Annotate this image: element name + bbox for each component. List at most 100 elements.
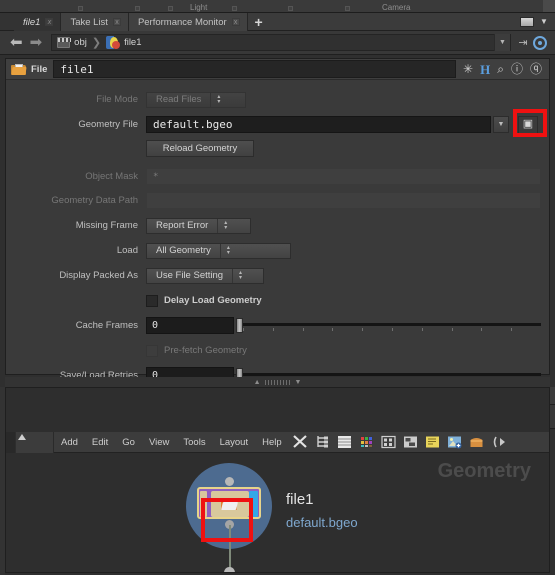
row-missing-frame: Missing Frame Report Error ▴ ▾: [6, 215, 549, 236]
menu-edit[interactable]: Edit: [85, 437, 115, 448]
node-input-connector[interactable]: [225, 477, 234, 486]
missing-frame-dropdown[interactable]: Report Error ▴ ▾: [146, 217, 251, 234]
spinner-arrows-icon: ▴ ▾: [210, 92, 226, 107]
cache-frames-input[interactable]: 0: [146, 317, 234, 334]
param-label-cache-frames: Cache Frames: [75, 320, 138, 331]
file-mode-dropdown[interactable]: Read Files ▴ ▾: [146, 91, 246, 108]
network-editor-pane: Add Edit Go View Tools Layout Help Geome…: [5, 387, 550, 573]
sticky-note-icon[interactable]: [425, 435, 440, 449]
tab-file1[interactable]: file1 x: [14, 13, 62, 31]
path-segment-file1[interactable]: file1: [124, 37, 141, 48]
parameter-body: File Mode Read Files ▴ ▾ Geometry File de…: [6, 80, 549, 384]
node-body[interactable]: [197, 487, 261, 519]
tabbar-spacer: [269, 13, 520, 30]
reload-geometry-button[interactable]: Reload Geometry: [146, 140, 254, 157]
row-geometry-data-path: Geometry Data Path: [6, 190, 549, 211]
tab-close-icon[interactable]: x: [112, 18, 121, 26]
list-layers-icon[interactable]: [337, 435, 352, 449]
forward-arrow-icon[interactable]: ➡: [30, 35, 43, 50]
color-palette-icon[interactable]: [359, 435, 374, 449]
row-pre-fetch-geometry: Pre-fetch Geometry: [6, 340, 549, 361]
pane-menu-arrow-icon[interactable]: ▼: [537, 17, 551, 26]
path-input-field[interactable]: obj ❯ file1 ▼: [51, 34, 511, 51]
parameter-path-bar: ⬅ ➡ obj ❯ file1 ▼ ⇥: [0, 31, 555, 55]
target-icon[interactable]: [533, 35, 547, 50]
add-image-icon[interactable]: [447, 435, 462, 449]
missing-frame-value: Report Error: [156, 220, 209, 231]
node-output-wire: [229, 525, 231, 572]
pane-splitter[interactable]: ▲ ▼: [5, 377, 550, 387]
path-segment-obj[interactable]: obj: [74, 37, 87, 48]
splitter-down-arrow-icon[interactable]: ▼: [295, 379, 302, 386]
parameter-pane-tabbar: file1 x Take List x Performance Monitor …: [0, 13, 555, 31]
path-separator-icon: ❯: [91, 37, 102, 49]
add-tab-button[interactable]: +: [247, 13, 270, 30]
slider-handle[interactable]: [236, 318, 243, 333]
package-icon[interactable]: [469, 435, 484, 449]
display-packed-as-value: Use File Setting: [156, 270, 224, 281]
slider-ticks: [243, 328, 541, 332]
spinner-arrows-icon: ▴ ▾: [232, 268, 248, 283]
houdini-h-icon[interactable]: H: [480, 63, 490, 76]
menu-help[interactable]: Help: [255, 437, 289, 448]
info-icon[interactable]: ⓘ: [511, 63, 523, 75]
row-object-mask: Object Mask *: [6, 166, 549, 187]
param-label-display-packed-as: Display Packed As: [59, 270, 138, 281]
maximize-pane-icon[interactable]: [520, 17, 534, 27]
param-label-missing-frame: Missing Frame: [75, 220, 138, 231]
splitter-up-arrow-icon[interactable]: ▲: [254, 379, 261, 386]
cache-frames-slider[interactable]: [234, 317, 541, 334]
tab-close-icon[interactable]: x: [231, 18, 240, 26]
toolbar-overflow-icon[interactable]: [491, 435, 507, 449]
geometry-node-icon: [106, 36, 121, 49]
parameter-header: File file1 ✳ H ⌕ ⓘ ⓠ: [6, 59, 549, 80]
delay-load-geometry-checkbox[interactable]: [146, 294, 158, 307]
tab-close-icon[interactable]: x: [45, 18, 54, 26]
tabbar-lead: [0, 13, 14, 30]
geometry-file-dropdown-icon[interactable]: ▼: [493, 116, 509, 133]
row-cache-frames: Cache Frames 0: [6, 315, 549, 336]
hierarchy-icon[interactable]: [315, 435, 330, 449]
grid-snap-icon[interactable]: [381, 435, 396, 449]
file-chooser-button[interactable]: ▣: [518, 115, 538, 134]
gear-icon[interactable]: ✳: [463, 63, 473, 75]
tab-label: Take List: [70, 16, 108, 28]
menu-view[interactable]: View: [142, 437, 176, 448]
path-segment-label: file1: [124, 37, 142, 48]
menu-go[interactable]: Go: [115, 437, 142, 448]
display-packed-as-dropdown[interactable]: Use File Setting ▴ ▾: [146, 267, 264, 284]
network-box-icon[interactable]: [403, 435, 418, 449]
geometry-file-input[interactable]: default.bgeo: [146, 116, 491, 133]
menu-tools[interactable]: Tools: [176, 437, 212, 448]
parameter-header-icons: ✳ H ⌕ ⓘ ⓠ: [456, 63, 549, 76]
network-context-watermark: Geometry: [437, 460, 531, 482]
load-dropdown[interactable]: All Geometry ▴ ▾: [146, 242, 291, 259]
file-sop-folder-icon: [221, 498, 238, 511]
file-mode-value: Read Files: [156, 94, 202, 105]
spinner-arrows-icon: ▴ ▾: [217, 218, 233, 233]
menu-add[interactable]: Add: [54, 437, 85, 448]
object-mask-input[interactable]: *: [146, 168, 541, 185]
path-dropdown-icon[interactable]: ▼: [494, 34, 510, 51]
pin-icon[interactable]: ⇥: [513, 36, 533, 49]
splitter-grip[interactable]: [264, 379, 291, 385]
slider-track-line: [243, 373, 541, 376]
back-arrow-icon[interactable]: ⬅: [10, 35, 23, 50]
node-wire-end-dot[interactable]: [224, 567, 235, 572]
node-left-flag[interactable]: [200, 491, 207, 517]
search-icon[interactable]: ⌕: [497, 63, 504, 75]
network-up-arrow-icon[interactable]: [18, 434, 26, 440]
tab-take-list[interactable]: Take List x: [61, 13, 129, 31]
node-display-flag[interactable]: [249, 491, 258, 517]
menu-layout[interactable]: Layout: [213, 437, 256, 448]
tools-wrench-icon[interactable]: [292, 435, 308, 449]
tab-performance-monitor[interactable]: Performance Monitor x: [128, 13, 248, 31]
network-canvas[interactable]: Geometry file1 default.bgeo: [6, 453, 549, 572]
geometry-data-path-input[interactable]: [146, 192, 541, 209]
pre-fetch-geometry-checkbox[interactable]: [146, 344, 158, 357]
node-name-input[interactable]: file1: [53, 60, 457, 78]
help-icon[interactable]: ⓠ: [530, 63, 542, 75]
delay-load-geometry-label: Delay Load Geometry: [164, 295, 262, 306]
shelf-right-cap: [543, 0, 555, 12]
param-label-object-mask: Object Mask: [85, 171, 138, 182]
